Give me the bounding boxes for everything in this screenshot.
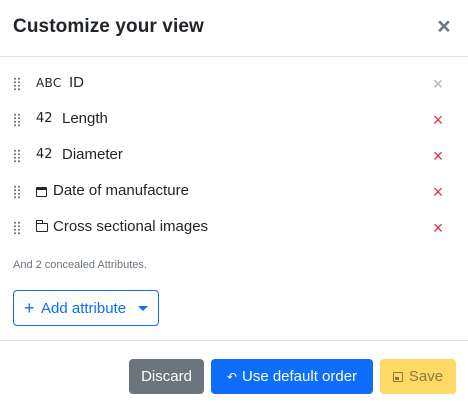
save-button[interactable]: Save	[380, 359, 456, 394]
modal-title: Customize your view	[13, 16, 204, 37]
discard-label: Discard	[141, 368, 192, 385]
modal-footer: Discard ↶ Use default order Save	[0, 340, 468, 404]
attribute-row-length: 42 Length ×	[0, 106, 468, 134]
attribute-name: Cross sectional images	[53, 218, 209, 235]
add-attribute-label: Add attribute	[41, 300, 127, 317]
save-icon	[392, 372, 403, 382]
attribute-name: ID	[69, 74, 84, 91]
attribute-row-diameter: 42 Diameter ×	[0, 142, 468, 170]
attribute-row-date-of-manufacture: Date of manufacture ×	[0, 178, 468, 206]
drag-handle-icon[interactable]	[13, 113, 21, 127]
caret-down-icon	[138, 306, 148, 311]
text-type-icon: ABC	[36, 76, 62, 90]
attribute-name: Length	[62, 110, 108, 127]
remove-attribute-button[interactable]: ×	[430, 182, 446, 202]
save-label: Save	[408, 368, 444, 385]
remove-attribute-button[interactable]: ×	[430, 146, 446, 166]
number-type-icon: 42	[36, 111, 53, 126]
remove-attribute-button[interactable]: ×	[430, 218, 446, 238]
use-default-order-button[interactable]: ↶ Use default order	[211, 359, 373, 394]
drag-handle-icon[interactable]	[13, 221, 21, 235]
undo-icon: ↶	[226, 370, 237, 384]
drag-handle-icon[interactable]	[13, 149, 21, 163]
folder-icon	[35, 220, 48, 232]
modal-header: Customize your view ×	[0, 0, 468, 57]
discard-button[interactable]: Discard	[129, 359, 204, 394]
use-default-order-label: Use default order	[241, 368, 358, 385]
attribute-row-id: ABC ID ×	[0, 70, 468, 98]
customize-view-modal: Customize your view × ABC ID × 42 Length…	[0, 0, 468, 404]
drag-handle-icon[interactable]	[13, 185, 21, 199]
drag-handle-icon[interactable]	[13, 77, 21, 91]
plus-icon: +	[24, 298, 35, 318]
attribute-row-cross-sectional-images: Cross sectional images ×	[0, 214, 468, 242]
add-attribute-button[interactable]: + Add attribute	[13, 290, 159, 326]
calendar-icon	[36, 187, 47, 197]
attribute-name: Diameter	[62, 146, 123, 163]
concealed-attributes-note: And 2 concealed Attributes.	[13, 259, 147, 271]
attribute-name: Date of manufacture	[53, 182, 189, 199]
number-type-icon: 42	[36, 147, 53, 162]
remove-attribute-button[interactable]: ×	[430, 74, 446, 94]
remove-attribute-button[interactable]: ×	[430, 110, 446, 130]
close-button[interactable]: ×	[434, 14, 454, 38]
